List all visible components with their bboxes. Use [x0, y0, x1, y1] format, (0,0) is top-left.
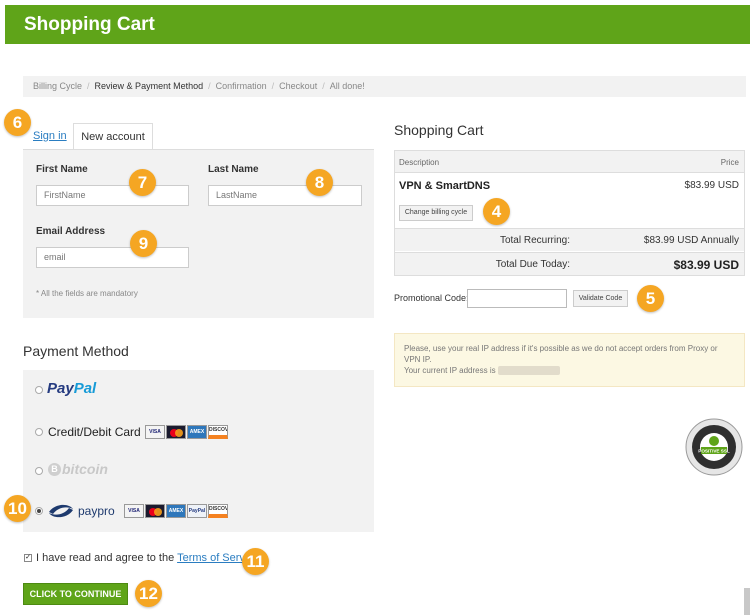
annotation-badge-4: 4: [483, 198, 510, 225]
terms-text: I have read and agree to the Terms of Se…: [36, 552, 259, 564]
breadcrumb-separator: /: [87, 81, 90, 91]
last-name-field[interactable]: LastName: [208, 185, 362, 206]
first-name-field[interactable]: FirstName: [36, 185, 189, 206]
annotation-badge-11: 11: [242, 548, 269, 575]
credit-card-radio[interactable]: [35, 428, 43, 436]
price-column-header: Price: [720, 158, 739, 167]
annotation-badge-9: 9: [130, 230, 157, 257]
discover-card-icon: DISCOVER: [208, 504, 228, 518]
paypal-card-icon: PayPal: [187, 504, 207, 518]
page-title: Shopping Cart: [24, 14, 155, 35]
breadcrumb-item-billing-cycle[interactable]: Billing Cycle: [33, 81, 82, 91]
paypro-logo-icon: [49, 504, 73, 518]
terms-label: I have read and agree to the: [36, 552, 175, 564]
promo-code-input[interactable]: [467, 289, 567, 308]
description-column-header: Description: [399, 158, 440, 167]
change-billing-cycle-button[interactable]: Change billing cycle: [399, 205, 473, 221]
validate-code-button[interactable]: Validate Code: [573, 290, 628, 307]
cart-summary-table: Description Price VPN & SmartDNS $83.99 …: [394, 150, 745, 276]
visa-card-icon: VISA: [124, 504, 144, 518]
notice-ip-line: Your current IP address is: [404, 365, 735, 376]
paypal-logo-part2: Pal: [73, 380, 97, 397]
scrollbar-thumb[interactable]: [744, 588, 750, 615]
breadcrumb-separator: /: [208, 81, 211, 91]
total-due-row: Total Due Today: $83.99 USD: [395, 252, 744, 275]
positive-ssl-seal-icon: POSITIVE SSL: [685, 418, 743, 476]
terms-checkbox[interactable]: ✓: [24, 554, 32, 562]
ssl-seal-text: POSITIVE SSL: [698, 449, 730, 454]
discover-card-icon: DISCOVER: [208, 425, 228, 439]
amex-card-icon: AMEX: [166, 504, 186, 518]
total-recurring-label: Total Recurring:: [499, 235, 570, 246]
paypal-radio[interactable]: [35, 386, 43, 394]
credit-card-label: Credit/Debit Card: [48, 425, 141, 439]
last-name-label: Last Name: [208, 164, 259, 175]
amex-card-icon: AMEX: [187, 425, 207, 439]
breadcrumb-separator: /: [271, 81, 275, 91]
tab-new-account[interactable]: New account: [73, 123, 153, 150]
continue-button[interactable]: CLICK TO CONTINUE: [23, 583, 128, 605]
total-recurring-value: $83.99 USD Annually: [643, 235, 739, 246]
annotation-badge-12: 12: [135, 580, 162, 607]
ip-address-notice: Please, use your real IP address if it's…: [394, 333, 745, 387]
breadcrumb: Billing Cycle / Review & Payment Method / Co…: [23, 76, 746, 97]
total-due-value: $83.99 USD: [673, 258, 739, 272]
tab-sign-in[interactable]: Sign in: [33, 130, 67, 142]
mandatory-note: * All the fields are mandatory: [36, 289, 138, 298]
bitcoin-label: bitcoin: [62, 461, 108, 477]
breadcrumb-item-review-payment: Review & Payment Method: [94, 81, 204, 91]
header-bar: Shopping Cart: [5, 5, 750, 44]
breadcrumb-item-all-done: All done!: [329, 81, 365, 91]
product-price: $83.99 USD: [684, 180, 739, 191]
paypro-label: paypro: [78, 504, 115, 518]
mastercard-icon: [145, 504, 165, 518]
email-field[interactable]: email: [36, 247, 189, 268]
paypal-logo-part1: Pay: [47, 380, 74, 397]
annotation-badge-5: 5: [637, 285, 664, 312]
first-name-label: First Name: [36, 164, 88, 175]
total-due-label: Total Due Today:: [495, 259, 570, 270]
paypro-radio[interactable]: [35, 507, 43, 515]
cart-heading: Shopping Cart: [394, 122, 484, 138]
promo-code-label: Promotional Code:: [394, 293, 469, 303]
blurred-ip-address: [497, 366, 560, 376]
cart-table-header: Description Price: [395, 151, 744, 173]
total-recurring-row: Total Recurring: $83.99 USD Annually: [395, 228, 744, 251]
bitcoin-radio[interactable]: [35, 467, 43, 475]
product-name: VPN & SmartDNS: [399, 180, 491, 192]
bitcoin-coin-icon: B: [48, 463, 61, 476]
visa-card-icon: VISA: [145, 425, 165, 439]
notice-message: Please, use your real IP address if it's…: [404, 344, 718, 364]
current-ip-label: Your current IP address is: [404, 366, 496, 375]
breadcrumb-item-checkout: Checkout: [279, 81, 318, 91]
breadcrumb-item-confirmation: Confirmation: [215, 81, 267, 91]
annotation-badge-6: 6: [4, 109, 31, 136]
annotation-badge-7: 7: [129, 169, 156, 196]
payment-method-heading: Payment Method: [23, 343, 129, 359]
mastercard-icon: [166, 425, 186, 439]
annotation-badge-10: 10: [4, 495, 31, 522]
breadcrumb-separator: /: [322, 81, 325, 91]
email-label: Email Address: [36, 226, 106, 237]
paypal-logo-icon: PayPal: [47, 380, 96, 397]
annotation-badge-8: 8: [306, 169, 333, 196]
